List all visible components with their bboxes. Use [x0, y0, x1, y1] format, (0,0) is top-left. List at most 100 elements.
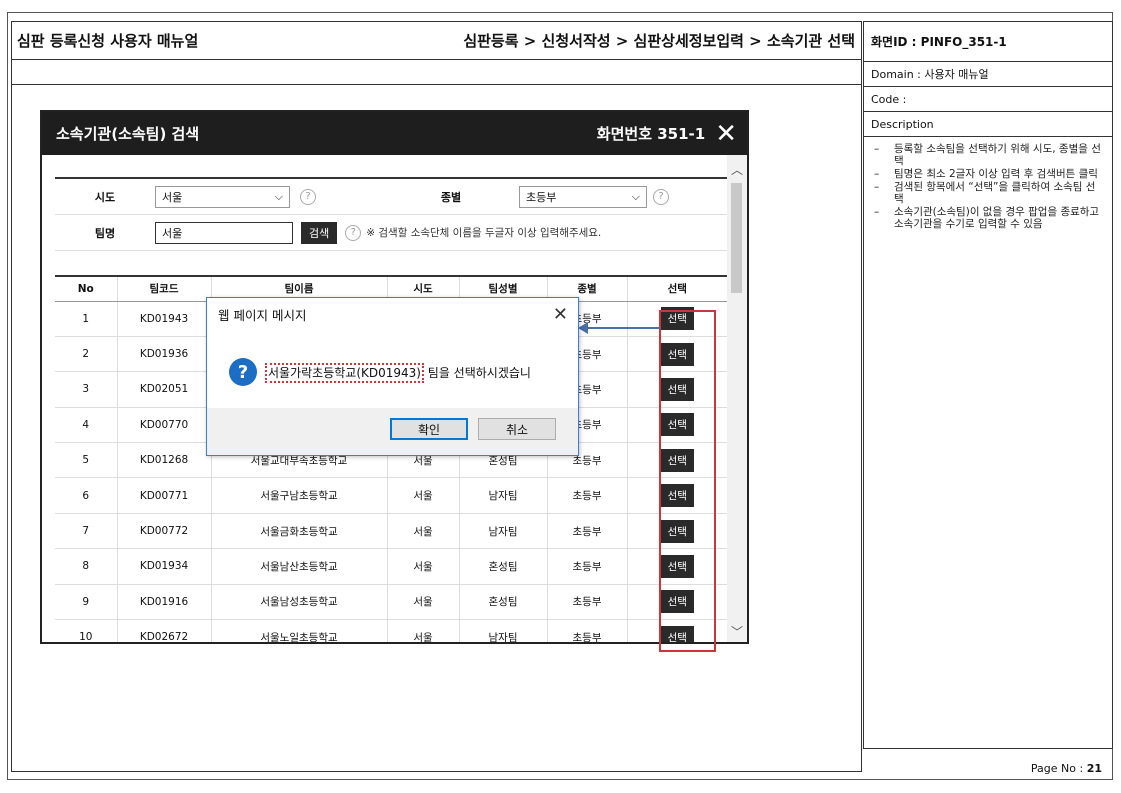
cell-no: 8: [55, 548, 117, 585]
page-number: Page No : 21: [1031, 762, 1102, 775]
cell-code: KD02672: [116, 619, 211, 642]
help-icon[interactable]: ?: [300, 188, 316, 205]
popup-title: 소속기관(소속팀) 검색: [56, 125, 200, 143]
description-list: 등록할 소속팀을 선택하기 위해 시도, 종별을 선택 팀명은 최소 2글자 이…: [864, 137, 1112, 230]
popup-titlebar: 소속기관(소속팀) 검색 화면번호 351-1 ✕: [42, 112, 747, 155]
cell-gender: 남자팀: [458, 513, 547, 550]
cell-type: 초등부: [546, 619, 627, 642]
cell-gender: 혼성팀: [458, 584, 547, 621]
sido-select[interactable]: 서울 ⌵: [155, 185, 290, 208]
table-row: 9 KD01916 서울남성초등학교 서울 혼성팀 초등부 선택: [55, 584, 727, 621]
sub-bar: [12, 60, 861, 85]
table-row: 7 KD00772 서울금화초등학교 서울 남자팀 초등부 선택: [55, 513, 727, 550]
table-row: 10 KD02672 서울노일초등학교 서울 남자팀 초등부 선택: [55, 619, 727, 642]
cell-code: KD01943: [116, 301, 211, 337]
doc-title: 심판 등록신청 사용자 매뉴얼: [17, 32, 199, 50]
side-panel: 화면ID : PINFO_351-1 Domain : 사용자 매뉴얼 Code…: [863, 21, 1113, 749]
description-item: 등록할 소속팀을 선택하기 위해 시도, 종별을 선택: [874, 143, 1104, 167]
type-value: 초등부: [526, 190, 557, 204]
cell-type: 초등부: [546, 513, 627, 550]
select-column-highlight: [659, 310, 716, 652]
close-icon[interactable]: ✕: [715, 121, 737, 147]
cell-code: KD01268: [116, 442, 211, 479]
cell-gender: 남자팀: [458, 619, 547, 642]
chevron-down-icon[interactable]: ﹀: [731, 623, 743, 640]
cell-type: 초등부: [546, 477, 627, 514]
search-filter: 시도 서울 ⌵ ? 종별 초등부 ⌵ ? 팀명 서울 검색 ? ※ 검색할 소속…: [55, 177, 727, 251]
chevron-up-icon[interactable]: ︿: [731, 161, 743, 178]
chevron-down-icon: ⌵: [274, 189, 283, 203]
col-no: No: [55, 275, 117, 302]
cell-code: KD00770: [116, 407, 211, 444]
cell-sido: 서울: [386, 477, 459, 514]
cell-name: 서울금화초등학교: [210, 513, 387, 550]
doc-header: 심판 등록신청 사용자 매뉴얼 심판등록 > 신청서작성 > 심판상세정보입력 …: [12, 22, 861, 60]
cell-gender: 남자팀: [458, 477, 547, 514]
dialog-message-text: 팀을 선택하시겠습니: [423, 365, 531, 380]
code-label: Code :: [864, 87, 1112, 112]
dialog-title: 웹 페이지 메시지: [218, 308, 307, 323]
question-icon: ?: [229, 358, 257, 386]
col-code: 팀코드: [116, 275, 211, 302]
filter-row-team: 팀명 서울 검색 ? ※ 검색할 소속단체 이름을 두글자 이상 입력해주세요.: [55, 215, 727, 251]
close-icon[interactable]: ✕: [553, 304, 568, 325]
domain-label: Domain : 사용자 매뉴얼: [864, 62, 1112, 87]
cell-code: KD01936: [116, 336, 211, 373]
search-hint: ※ 검색할 소속단체 이름을 두글자 이상 입력해주세요.: [366, 227, 602, 239]
search-button[interactable]: 검색: [301, 221, 338, 244]
cell-sido: 서울: [386, 513, 459, 550]
cancel-button[interactable]: 취소: [478, 418, 556, 440]
help-icon[interactable]: ?: [345, 224, 362, 241]
cell-code: KD00771: [116, 477, 211, 514]
page-no-label: Page No :: [1030, 762, 1084, 775]
team-label: 팀명: [94, 226, 116, 240]
cell-no: 1: [55, 301, 117, 337]
cell-sido: 서울: [386, 584, 459, 621]
cell-code: KD01916: [116, 584, 211, 621]
confirm-dialog: 웹 페이지 메시지 ✕ ? 서울가락초등학교(KD01943) 팀을 선택하시겠…: [206, 297, 579, 456]
screen-id: 화면ID : PINFO_351-1: [864, 22, 1112, 62]
ok-button[interactable]: 확인: [390, 418, 468, 440]
cell-no: 4: [55, 407, 117, 444]
type-select[interactable]: 초등부 ⌵: [519, 185, 647, 208]
cell-no: 5: [55, 442, 117, 479]
cell-no: 2: [55, 336, 117, 373]
breadcrumb: 심판등록 > 신청서작성 > 심판상세정보입력 > 소속기관 선택: [463, 32, 855, 50]
screen-number: 화면번호 351-1: [596, 125, 706, 143]
cell-no: 6: [55, 477, 117, 514]
page-no-value: 21: [1086, 762, 1102, 775]
popup-scrollbar[interactable]: ︿ ﹀: [727, 155, 747, 642]
cell-sido: 서울: [386, 619, 459, 642]
description-item: 검색된 항목에서 “선택”을 클릭하여 소속팀 선택: [874, 181, 1104, 205]
help-icon[interactable]: ?: [653, 188, 669, 205]
arrow-left-icon: [578, 322, 588, 334]
filter-row-region: 시도 서울 ⌵ ? 종별 초등부 ⌵ ?: [55, 179, 727, 215]
cell-code: KD02051: [116, 371, 211, 408]
cell-type: 초등부: [546, 584, 627, 621]
description-item: 팀명은 최소 2글자 이상 입력 후 검색버튼 클릭: [874, 168, 1104, 180]
table-row: 6 KD00771 서울구남초등학교 서울 남자팀 초등부 선택: [55, 477, 727, 514]
col-select: 선택: [626, 275, 727, 302]
table-row: 8 KD01934 서울남산초등학교 서울 혼성팀 초등부 선택: [55, 548, 727, 585]
cell-type: 초등부: [546, 548, 627, 585]
dialog-titlebar: 웹 페이지 메시지 ✕: [207, 298, 578, 331]
callout-arrow: [586, 327, 660, 329]
cell-no: 7: [55, 513, 117, 550]
cell-gender: 혼성팀: [458, 548, 547, 585]
sido-value: 서울: [162, 190, 183, 204]
chevron-down-icon: ⌵: [631, 189, 640, 203]
cell-name: 서울남산초등학교: [210, 548, 387, 585]
selected-team-highlight: 서울가락초등학교(KD01943): [265, 362, 424, 383]
cell-no: 9: [55, 584, 117, 621]
cell-name: 서울남성초등학교: [210, 584, 387, 621]
cell-no: 3: [55, 371, 117, 408]
description-item: 소속기관(소속팀)이 없을 경우 팝업을 종료하고 소속기관을 수기로 입력할 …: [874, 206, 1104, 230]
manual-page: 심판 등록신청 사용자 매뉴얼 심판등록 > 신청서작성 > 심판상세정보입력 …: [7, 12, 1113, 780]
cell-name: 서울구남초등학교: [210, 477, 387, 514]
team-name-input[interactable]: 서울: [155, 221, 293, 244]
cell-name: 서울노일초등학교: [210, 619, 387, 642]
description-label: Description: [864, 112, 1112, 137]
scroll-thumb[interactable]: [731, 183, 742, 293]
cell-no: 10: [55, 619, 117, 642]
main-panel: 심판 등록신청 사용자 매뉴얼 심판등록 > 신청서작성 > 심판상세정보입력 …: [11, 21, 862, 772]
